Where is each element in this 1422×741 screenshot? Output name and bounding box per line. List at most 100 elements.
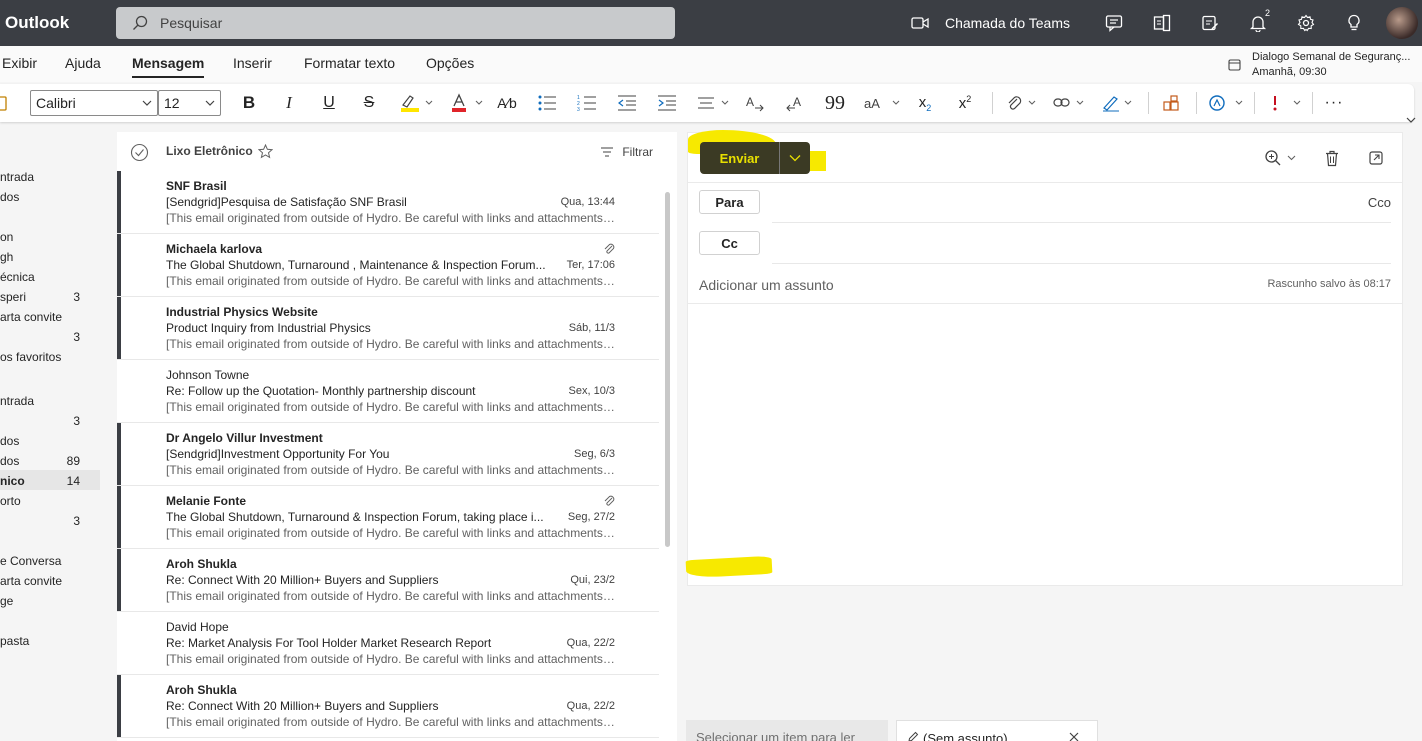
message-row[interactable]: David Hope Re: Market Analysis For Tool … [117, 612, 659, 675]
cc-button[interactable]: Cc [699, 231, 760, 255]
apps-button[interactable] [1160, 92, 1182, 114]
message-list-scrollbar[interactable] [665, 192, 670, 547]
subscript-button[interactable]: x2 [914, 92, 936, 114]
teams-call-button[interactable]: Chamada do Teams [911, 15, 1070, 31]
upcoming-event-reminder[interactable]: Dialogo Semanal de Seguranç... Amanhã, 0… [1228, 50, 1410, 80]
underline-button[interactable]: U [318, 92, 340, 114]
quote-icon: 99 [825, 91, 845, 114]
search-box[interactable]: Pesquisar [116, 7, 675, 39]
select-all-checkbox-icon[interactable] [130, 143, 149, 162]
message-row[interactable]: Aroh Shukla Re: Connect With 20 Million+… [117, 675, 659, 738]
subject-input[interactable]: Adicionar um assunto [699, 277, 834, 293]
favorite-star-icon[interactable] [258, 144, 273, 159]
office-apps-button[interactable] [1138, 0, 1186, 46]
trash-icon[interactable] [1324, 150, 1340, 167]
folder-item[interactable]: dos 89 [0, 454, 100, 468]
reading-pane-tab[interactable]: Selecionar um item para ler [686, 720, 888, 741]
folder-item[interactable]: dos [0, 434, 100, 448]
font-name-value: Calibri [36, 95, 76, 111]
change-case-button[interactable]: aA [862, 92, 902, 114]
tab-exibir[interactable]: Exibir [2, 55, 37, 71]
folder-item[interactable]: dos [0, 190, 100, 204]
pop-out-icon[interactable] [1368, 150, 1384, 166]
send-button[interactable]: Enviar [700, 142, 779, 174]
draft-tab[interactable]: (Sem assunto) [896, 720, 1098, 741]
close-icon[interactable] [1069, 732, 1079, 741]
folder-item[interactable]: arta convite [0, 310, 100, 324]
attach-file-button[interactable] [1004, 92, 1040, 114]
highlight-button[interactable] [396, 92, 436, 114]
message-row[interactable]: Michaela karlova The Global Shutdown, Tu… [117, 234, 659, 297]
tab-opcoes[interactable]: Opções [426, 55, 474, 71]
clear-formatting-button[interactable]: A⁄b [496, 92, 518, 114]
message-body-editor[interactable] [688, 304, 1402, 585]
my-day-button[interactable] [1186, 0, 1234, 46]
tab-inserir[interactable]: Inserir [233, 55, 272, 71]
message-subject: Re: Connect With 20 Million+ Buyers and … [166, 699, 439, 713]
insert-link-button[interactable] [1052, 92, 1088, 114]
italic-button[interactable]: I [278, 92, 300, 114]
more-options-button[interactable]: ··· [1322, 92, 1346, 114]
subscript-icon: x2 [918, 93, 932, 113]
message-row[interactable]: Aroh Shukla Re: Connect With 20 Million+… [117, 549, 659, 612]
cc-recipients-input[interactable] [772, 232, 1392, 256]
folder-item[interactable]: ntrada [0, 170, 100, 184]
to-recipients-input[interactable] [772, 191, 1332, 215]
bcc-button[interactable]: Cco [1368, 195, 1391, 210]
to-button[interactable]: Para [699, 190, 760, 214]
font-size-select[interactable]: 12 [158, 90, 221, 116]
collapse-ribbon-button[interactable] [1406, 112, 1416, 127]
message-row[interactable]: SNF Brasil [Sendgrid]Pesquisa de Satisfa… [117, 171, 659, 234]
draft-saved-status: Rascunho salvo às 08:17 [1267, 278, 1391, 290]
paste-icon[interactable] [0, 92, 8, 114]
tips-button[interactable] [1330, 0, 1378, 46]
folder-item[interactable]: gh [0, 250, 100, 264]
folder-item[interactable]: os favoritos [0, 350, 100, 364]
importance-button[interactable] [1264, 92, 1304, 114]
font-name-select[interactable]: Calibri [30, 90, 158, 116]
app-title[interactable]: Outlook [5, 13, 115, 33]
decrease-indent-button[interactable] [616, 92, 638, 114]
folder-item[interactable]: pasta [0, 634, 100, 648]
bullets-button[interactable] [536, 92, 558, 114]
folder-label: dos [0, 454, 20, 468]
bold-button[interactable]: B [238, 92, 260, 114]
text-direction-icon: A [746, 95, 764, 112]
tab-ajuda[interactable]: Ajuda [65, 55, 101, 71]
loop-button[interactable] [1206, 92, 1246, 114]
feedback-button[interactable] [1090, 0, 1138, 46]
avatar[interactable] [1386, 7, 1418, 39]
tab-formatar-texto[interactable]: Formatar texto [304, 55, 395, 71]
folder-item-selected[interactable]: nico 14 [0, 470, 100, 490]
folder-item[interactable]: speri 3 [0, 290, 100, 304]
tab-mensagem[interactable]: Mensagem [132, 55, 205, 78]
highlighter-icon [401, 95, 433, 112]
folder-item[interactable]: écnica [0, 270, 100, 284]
folder-item[interactable]: ge [0, 594, 100, 608]
message-row[interactable]: Johnson Towne Re: Follow up the Quotatio… [117, 360, 659, 423]
font-color-button[interactable] [446, 92, 486, 114]
quote-button[interactable]: 99 [824, 92, 846, 114]
zoom-button[interactable] [1264, 149, 1296, 167]
message-row[interactable]: Melanie Fonte The Global Shutdown, Turna… [117, 486, 659, 549]
folder-label: pasta [0, 634, 30, 648]
signature-button[interactable] [1100, 92, 1136, 114]
message-row[interactable]: Industrial Physics Website Product Inqui… [117, 297, 659, 360]
ltr-direction-button[interactable]: A [744, 92, 766, 114]
message-row[interactable]: Dr Angelo Villur Investment [Sendgrid]In… [117, 423, 659, 486]
superscript-button[interactable]: x2 [954, 92, 976, 114]
folder-item[interactable]: orto [0, 494, 100, 508]
increase-indent-button[interactable] [656, 92, 678, 114]
folder-item[interactable]: arta convite [0, 574, 100, 588]
filter-button[interactable]: Filtrar [600, 145, 653, 159]
folder-item[interactable]: e Conversa [0, 554, 100, 568]
rtl-direction-button[interactable]: A [784, 92, 806, 114]
notifications-button[interactable]: 2 [1234, 0, 1282, 46]
numbering-button[interactable]: 123 [576, 92, 598, 114]
folder-item[interactable]: on [0, 230, 100, 244]
folder-item[interactable]: ntrada [0, 394, 100, 408]
settings-button[interactable] [1282, 0, 1330, 46]
align-button[interactable] [696, 92, 732, 114]
strikethrough-button[interactable]: S [358, 92, 380, 114]
send-options-button[interactable] [779, 142, 810, 174]
